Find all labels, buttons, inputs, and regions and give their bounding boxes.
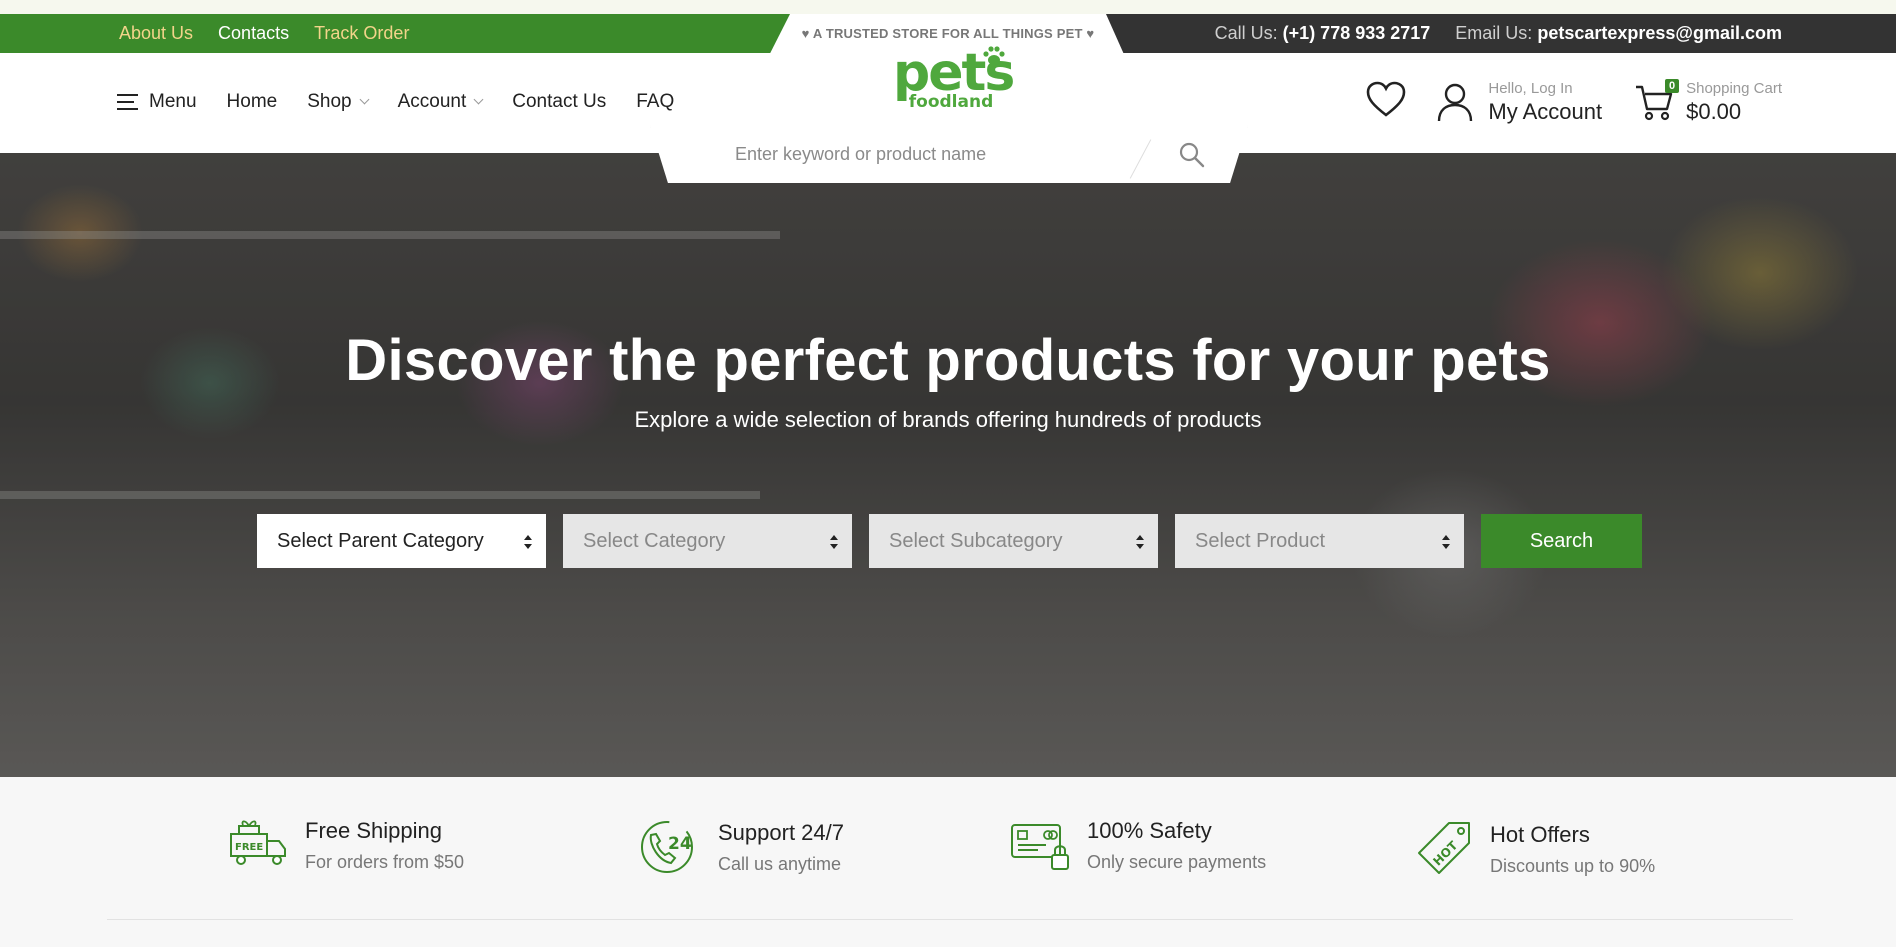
chevron-down-icon	[473, 94, 484, 105]
header-actions: Hello, Log In My Account 0 Shopping Cart…	[1365, 78, 1782, 123]
subcategory-select[interactable]: Select Subcategory	[869, 514, 1158, 568]
feature-title: Support 24/7	[718, 819, 844, 845]
phone-info: Call Us: (+1) 778 933 2717	[1215, 23, 1431, 44]
select-arrows-icon	[524, 535, 532, 549]
select-label: Select Subcategory	[889, 529, 1063, 552]
account-text: Hello, Log In My Account	[1488, 81, 1602, 123]
contact-info: Call Us: (+1) 778 933 2717 Email Us: pet…	[1215, 14, 1782, 53]
filter-search-button[interactable]: Search	[1481, 514, 1642, 568]
header-search-bar	[650, 125, 1248, 183]
svg-text:24: 24	[668, 834, 692, 854]
account-button[interactable]: Hello, Log In My Account	[1436, 81, 1602, 123]
feature-title: Free Shipping	[305, 817, 442, 843]
product-filter-bar: Select Parent Category Select Category S…	[257, 514, 1642, 568]
feature-title: 100% Safety	[1087, 817, 1212, 843]
account-label: My Account	[1488, 98, 1603, 124]
feature-text: Support 24/7 Call us anytime	[718, 820, 844, 875]
hero-subtitle: Explore a wide selection of brands offer…	[634, 407, 1262, 432]
feature-text: 100% Safety Only secure payments	[1087, 818, 1266, 873]
track-order-link[interactable]: Track Order	[314, 23, 409, 44]
select-arrows-icon	[1136, 535, 1144, 549]
nav-item-account[interactable]: Account	[397, 90, 484, 113]
shopping-cart-button[interactable]: 0 Shopping Cart $0.00	[1634, 78, 1782, 123]
nav-item-contact-us[interactable]: Contact Us	[512, 91, 606, 113]
feature-subtitle: For orders from $50	[305, 851, 465, 872]
wishlist-button[interactable]	[1365, 80, 1407, 123]
feature-subtitle: Only secure payments	[1087, 851, 1267, 872]
cart-text: Shopping Cart $0.00	[1686, 81, 1782, 123]
hero-overlay	[0, 153, 1896, 777]
nav-item-label: Account	[397, 90, 467, 112]
paw-icon	[983, 46, 1005, 65]
free-shipping-truck-icon: FREE	[230, 820, 286, 865]
cart-count-badge: 0	[1665, 78, 1680, 93]
select-arrows-icon	[830, 535, 838, 549]
parent-category-select[interactable]: Select Parent Category	[257, 514, 546, 568]
select-arrows-icon	[1442, 535, 1450, 549]
call-label: Call Us:	[1214, 23, 1278, 43]
cart-total: $0.00	[1686, 98, 1742, 124]
email-address[interactable]: petscartexpress@gmail.com	[1537, 23, 1782, 43]
main-nav: Menu Home Shop Account Contact Us FAQ	[117, 53, 704, 150]
feature-text: Hot Offers Discounts up to 90%	[1490, 822, 1655, 877]
nav-item-label: FAQ	[636, 90, 675, 112]
contacts-link[interactable]: Contacts	[218, 23, 289, 44]
email-info: Email Us: petscartexpress@gmail.com	[1455, 23, 1782, 44]
feature-title: Hot Offers	[1490, 821, 1590, 847]
svg-text:HOT: HOT	[1430, 838, 1461, 869]
nav-item-home[interactable]: Home	[227, 91, 278, 113]
nav-item-shop[interactable]: Shop	[307, 90, 370, 113]
chevron-down-icon	[359, 94, 370, 105]
phone-number[interactable]: (+1) 778 933 2717	[1283, 23, 1431, 43]
feature-text: Free Shipping For orders from $50	[305, 818, 464, 873]
feature-safety: 100% Safety Only secure payments	[1010, 817, 1266, 873]
select-label: Select Parent Category	[277, 529, 484, 552]
menu-button[interactable]: Menu	[117, 91, 197, 113]
nav-item-label: Shop	[307, 90, 352, 112]
features-strip: FREE Free Shipping For orders from $50 2…	[0, 777, 1896, 947]
site-logo[interactable]: pets foodland	[893, 46, 1015, 124]
email-label: Email Us:	[1455, 23, 1533, 43]
account-greeting: Hello, Log In	[1488, 79, 1573, 97]
category-select[interactable]: Select Category	[563, 514, 852, 568]
menu-label: Menu	[149, 90, 197, 112]
hero-banner: Discover the perfect products for your p…	[0, 153, 1896, 777]
secure-payment-card-icon	[1011, 824, 1069, 870]
about-us-link[interactable]: About Us	[119, 23, 193, 44]
select-label: Select Product	[1195, 529, 1326, 552]
hot-tag-icon: HOT	[1418, 822, 1470, 874]
top-links: About Us Contacts Track Order	[119, 14, 409, 53]
nav-item-label: Home	[226, 90, 278, 112]
top-strip	[0, 0, 1896, 14]
svg-text:FREE: FREE	[235, 842, 263, 853]
search-input[interactable]	[735, 125, 1095, 183]
cart-label: Shopping Cart	[1686, 79, 1782, 97]
select-label: Select Category	[583, 529, 726, 552]
feature-subtitle: Discounts up to 90%	[1490, 855, 1656, 876]
feature-hot-offers: HOT Hot Offers Discounts up to 90%	[1413, 817, 1655, 881]
user-icon	[1438, 83, 1473, 121]
feature-free-shipping: FREE Free Shipping For orders from $50	[227, 817, 464, 873]
support-24-phone-icon: 24	[641, 821, 693, 873]
feature-support: 24 Support 24/7 Call us anytime	[637, 817, 844, 877]
product-select[interactable]: Select Product	[1175, 514, 1464, 568]
hero-title: Discover the perfect products for your p…	[345, 328, 1551, 393]
search-divider	[1129, 139, 1152, 179]
nav-item-faq[interactable]: FAQ	[636, 91, 674, 113]
search-icon[interactable]	[1178, 141, 1206, 169]
hamburger-icon	[117, 93, 138, 110]
feature-subtitle: Call us anytime	[718, 853, 842, 874]
heart-icon	[1367, 81, 1406, 117]
nav-item-label: Contact Us	[512, 90, 607, 112]
section-divider	[107, 919, 1793, 920]
logo-sub-text: foodland	[908, 92, 994, 112]
